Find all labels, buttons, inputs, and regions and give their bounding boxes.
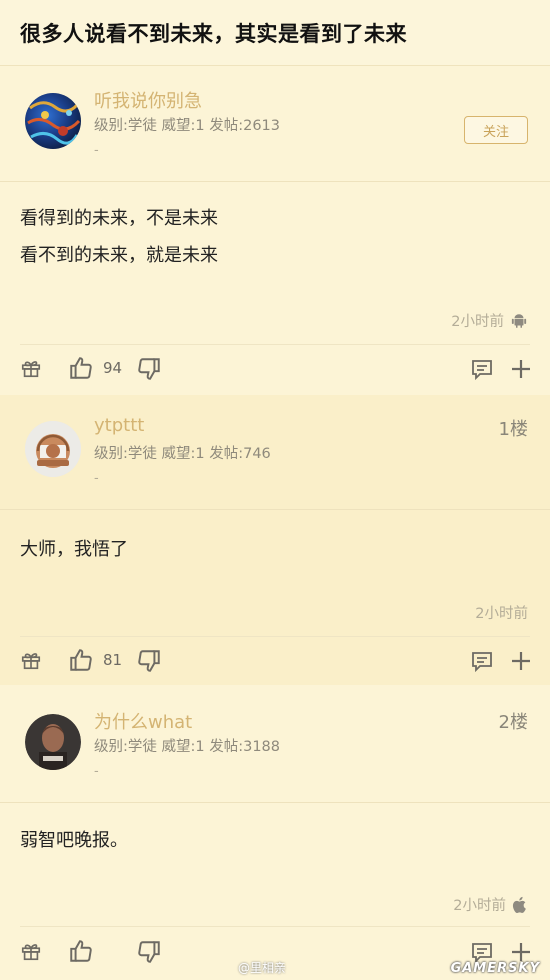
floor-number: 2楼 <box>498 712 528 733</box>
thumbs-down-icon[interactable] <box>136 648 162 674</box>
plus-icon[interactable] <box>509 649 533 673</box>
weibo-watermark: @里相亲 <box>238 961 287 975</box>
reply-post: 为什么what 级别:学徒 威望:1 发帖:3188 - 2楼 弱智吧晚报。 2… <box>0 688 550 980</box>
like-button[interactable]: 81 <box>68 647 122 673</box>
post-content: 大师，我悟了 <box>20 531 128 568</box>
post-author-row: ytpttt 级别:学徒 威望:1 发帖:746 - 1楼 <box>0 395 550 495</box>
gift-icon[interactable] <box>20 649 42 671</box>
like-button[interactable]: 94 <box>68 355 122 381</box>
user-stats: 级别:学徒 威望:1 发帖:2613 <box>94 118 280 134</box>
page-header: 很多人说看不到未来，其实是看到了未来 <box>0 0 550 66</box>
post-time: 2小时前 <box>453 894 528 915</box>
divider <box>0 181 550 182</box>
comment-icon[interactable] <box>470 357 494 381</box>
plus-icon[interactable] <box>509 357 533 381</box>
post-actions: 94 <box>0 353 550 387</box>
avatar[interactable] <box>25 93 81 149</box>
post-content: 弱智吧晚报。 <box>20 822 128 859</box>
username[interactable]: 为什么what <box>94 708 192 734</box>
post-author-row: 听我说你别急 级别:学徒 威望:1 发帖:2613 - 关注 <box>0 67 550 167</box>
site-watermark: GAMERSKY <box>450 961 540 976</box>
divider <box>20 344 530 345</box>
username[interactable]: 听我说你别急 <box>94 87 202 113</box>
divider <box>0 802 550 803</box>
user-stats: 级别:学徒 威望:1 发帖:3188 <box>94 739 280 755</box>
post-time: 2小时前 <box>475 602 528 623</box>
apple-icon <box>512 896 528 914</box>
user-signature: - <box>94 764 99 779</box>
gift-icon[interactable] <box>20 357 42 379</box>
divider <box>20 636 530 637</box>
thumbs-down-icon[interactable] <box>136 939 162 965</box>
post-text-line: 弱智吧晚报。 <box>20 830 128 851</box>
avatar[interactable] <box>25 714 81 770</box>
timestamp: 2小时前 <box>475 606 528 622</box>
floor-number: 1楼 <box>498 419 528 440</box>
android-icon <box>510 312 528 330</box>
thumbs-down-icon[interactable] <box>136 356 162 382</box>
gift-icon[interactable] <box>20 940 42 962</box>
user-signature: - <box>94 471 99 486</box>
post-text-line: 看不到的未来，就是未来 <box>20 245 218 266</box>
post-actions: 81 <box>0 645 550 679</box>
like-count: 94 <box>103 359 123 377</box>
post-author-row: 为什么what 级别:学徒 威望:1 发帖:3188 - 2楼 <box>0 688 550 788</box>
post-text-line: 大师，我悟了 <box>20 539 128 560</box>
user-signature: - <box>94 143 99 158</box>
post-content: 看得到的未来，不是未来 看不到的未来，就是未来 <box>20 200 218 274</box>
thumbs-up-icon <box>68 647 94 673</box>
username[interactable]: ytpttt <box>94 415 144 436</box>
timestamp: 2小时前 <box>451 314 504 330</box>
timestamp: 2小时前 <box>453 898 506 914</box>
avatar[interactable] <box>25 421 81 477</box>
user-stats: 级别:学徒 威望:1 发帖:746 <box>94 446 271 462</box>
reply-post: ytpttt 级别:学徒 威望:1 发帖:746 - 1楼 大师，我悟了 2小时… <box>0 395 550 685</box>
like-button[interactable] <box>68 938 103 964</box>
divider <box>20 926 530 927</box>
like-count: 81 <box>103 651 123 669</box>
main-post: 听我说你别急 级别:学徒 威望:1 发帖:2613 - 关注 看得到的未来，不是… <box>0 67 550 392</box>
page-title: 很多人说看不到未来，其实是看到了未来 <box>20 21 407 46</box>
post-time: 2小时前 <box>451 310 528 331</box>
thumbs-up-icon <box>68 355 94 381</box>
thumbs-up-icon <box>68 938 94 964</box>
comment-icon[interactable] <box>470 649 494 673</box>
post-text-line: 看得到的未来，不是未来 <box>20 208 218 229</box>
follow-button[interactable]: 关注 <box>464 116 528 144</box>
divider <box>0 509 550 510</box>
